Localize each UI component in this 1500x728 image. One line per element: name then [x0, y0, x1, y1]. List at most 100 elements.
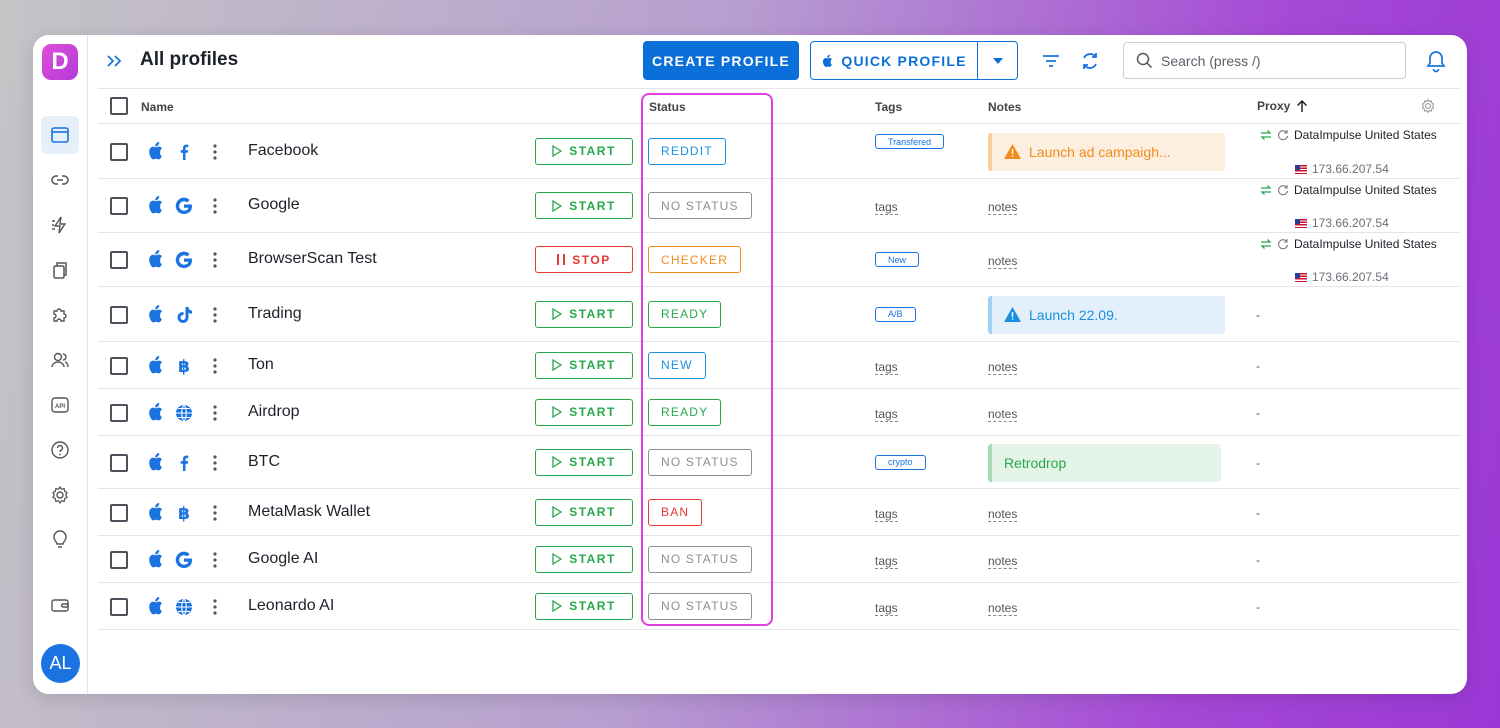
- refresh-proxy-icon[interactable]: [1277, 129, 1289, 141]
- status-badge[interactable]: NO STATUS: [648, 592, 752, 620]
- tag-chip[interactable]: New: [875, 252, 920, 267]
- row-checkbox[interactable]: [110, 597, 128, 616]
- start-button[interactable]: START: [535, 192, 633, 219]
- sidebar-item-extensions[interactable]: [41, 296, 79, 334]
- more-options-icon[interactable]: [212, 143, 218, 161]
- table-row[interactable]: ฿ MetaMask Wallet START BAN tags notes -: [98, 489, 1460, 536]
- sidebar-item-profiles[interactable]: [41, 116, 79, 154]
- profile-name[interactable]: MetaMask Wallet: [248, 503, 370, 521]
- status-badge[interactable]: CHECKER: [648, 246, 742, 273]
- note-box[interactable]: Retrodrop: [988, 443, 1221, 482]
- tags-placeholder[interactable]: tags: [875, 407, 898, 422]
- profile-name[interactable]: BrowserScan Test: [248, 250, 377, 268]
- column-name[interactable]: Name: [141, 100, 174, 114]
- select-all-checkbox[interactable]: [110, 97, 128, 115]
- sidebar-item-copy[interactable]: [41, 251, 79, 289]
- table-row[interactable]: ฿ Ton START NEW tags notes -: [98, 342, 1460, 389]
- status-badge[interactable]: BAN: [648, 498, 703, 526]
- profile-name[interactable]: Leonardo AI: [248, 597, 334, 615]
- notes-placeholder[interactable]: notes: [988, 407, 1018, 422]
- sidebar-item-wallet[interactable]: [41, 586, 79, 624]
- more-options-icon[interactable]: [212, 251, 218, 269]
- sidebar-item-team[interactable]: [41, 341, 79, 379]
- more-options-icon[interactable]: [212, 404, 218, 422]
- start-button[interactable]: START: [535, 545, 633, 573]
- start-button[interactable]: START: [535, 351, 633, 379]
- sidebar-item-settings[interactable]: [41, 476, 79, 514]
- table-row[interactable]: BTC START NO STATUS crypto Retrodrop -: [98, 436, 1460, 489]
- more-options-icon[interactable]: [212, 454, 218, 472]
- row-checkbox[interactable]: [110, 453, 128, 472]
- table-row[interactable]: Facebook START REDDIT Transfered Launch ad c…: [98, 124, 1460, 179]
- status-badge[interactable]: NO STATUS: [648, 192, 752, 219]
- more-options-icon[interactable]: [212, 357, 218, 375]
- column-tags[interactable]: Tags: [875, 100, 902, 114]
- refresh-proxy-icon[interactable]: [1277, 184, 1289, 196]
- start-button[interactable]: START: [535, 398, 633, 426]
- stop-button[interactable]: STOP: [535, 246, 633, 273]
- row-checkbox[interactable]: [110, 251, 128, 269]
- table-row[interactable]: Google START NO STATUS tags notes DataImpulse…: [98, 179, 1460, 233]
- profile-name[interactable]: Airdrop: [248, 403, 300, 421]
- row-checkbox[interactable]: [110, 503, 128, 522]
- sidebar-item-api[interactable]: API: [41, 386, 79, 424]
- column-proxy[interactable]: Proxy: [1257, 99, 1308, 113]
- row-checkbox[interactable]: [110, 305, 128, 324]
- sort-ascending-icon[interactable]: [1296, 99, 1308, 113]
- notes-placeholder[interactable]: notes: [988, 554, 1018, 569]
- more-options-icon[interactable]: [212, 551, 218, 569]
- quick-profile-dropdown[interactable]: [978, 42, 1017, 79]
- profile-name[interactable]: Google: [248, 196, 300, 214]
- table-row[interactable]: Airdrop START READY tags notes -: [98, 389, 1460, 436]
- search-input[interactable]: [1161, 52, 1391, 69]
- start-button[interactable]: START: [535, 448, 633, 476]
- status-badge[interactable]: NO STATUS: [648, 448, 752, 476]
- create-profile-button[interactable]: CREATE PROFILE: [643, 41, 799, 80]
- sidebar-item-links[interactable]: [41, 161, 79, 199]
- profile-name[interactable]: Ton: [248, 356, 274, 374]
- status-badge[interactable]: READY: [648, 398, 722, 426]
- profile-name[interactable]: Trading: [248, 305, 302, 323]
- row-checkbox[interactable]: [110, 142, 128, 161]
- tag-chip[interactable]: A/B: [875, 306, 916, 322]
- row-checkbox[interactable]: [110, 550, 128, 569]
- proxy-info[interactable]: DataImpulse United States: [1260, 128, 1437, 142]
- start-button[interactable]: START: [535, 592, 633, 620]
- more-options-icon[interactable]: [212, 306, 218, 324]
- profile-name[interactable]: Google AI: [248, 550, 318, 568]
- profile-name[interactable]: Facebook: [248, 142, 318, 160]
- tags-placeholder[interactable]: tags: [875, 200, 898, 215]
- notes-placeholder[interactable]: notes: [988, 601, 1018, 616]
- expand-sidebar-icon[interactable]: [105, 51, 125, 71]
- user-avatar[interactable]: AL: [41, 644, 80, 683]
- proxy-info[interactable]: DataImpulse United States: [1260, 237, 1437, 251]
- tags-placeholder[interactable]: tags: [875, 554, 898, 569]
- proxy-info[interactable]: DataImpulse United States: [1260, 183, 1437, 197]
- note-box[interactable]: Launch 22.09.: [988, 295, 1225, 334]
- table-row[interactable]: Leonardo AI START NO STATUS tags notes -: [98, 583, 1460, 630]
- start-button[interactable]: START: [535, 498, 633, 526]
- notes-placeholder[interactable]: notes: [988, 360, 1018, 375]
- status-badge[interactable]: NEW: [648, 351, 706, 379]
- row-checkbox[interactable]: [110, 356, 128, 375]
- table-row[interactable]: BrowserScan Test STOP CHECKER New notes DataI…: [98, 233, 1460, 287]
- notes-placeholder[interactable]: notes: [988, 507, 1018, 522]
- row-checkbox[interactable]: [110, 403, 128, 422]
- more-options-icon[interactable]: [212, 598, 218, 616]
- more-options-icon[interactable]: [212, 197, 218, 215]
- notes-placeholder[interactable]: notes: [988, 200, 1018, 215]
- table-row[interactable]: Google AI START NO STATUS tags notes -: [98, 536, 1460, 583]
- sidebar-item-ideas[interactable]: [41, 521, 79, 559]
- notes-placeholder[interactable]: notes: [988, 254, 1018, 269]
- row-checkbox[interactable]: [110, 197, 128, 215]
- filter-icon[interactable]: [1040, 50, 1062, 72]
- status-badge[interactable]: READY: [648, 300, 722, 328]
- quick-profile-button[interactable]: QUICK PROFILE: [811, 42, 978, 79]
- more-options-icon[interactable]: [212, 504, 218, 522]
- tags-placeholder[interactable]: tags: [875, 601, 898, 616]
- start-button[interactable]: START: [535, 137, 633, 165]
- status-badge[interactable]: REDDIT: [648, 137, 726, 165]
- refresh-icon[interactable]: [1079, 50, 1101, 72]
- start-button[interactable]: START: [535, 300, 633, 328]
- column-status[interactable]: Status: [649, 100, 686, 114]
